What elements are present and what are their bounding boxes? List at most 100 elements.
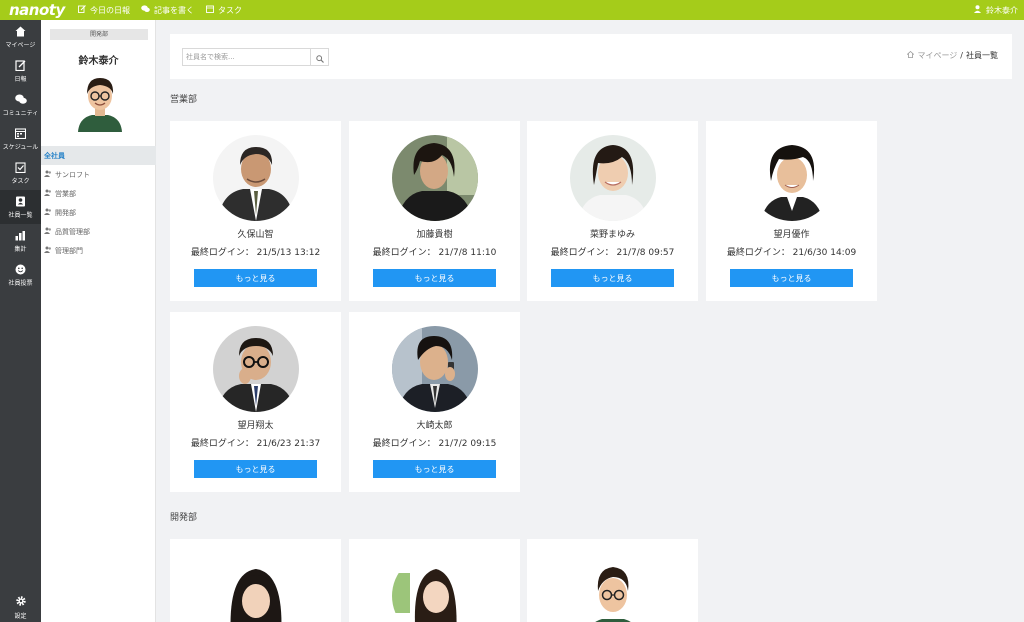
chart-icon — [15, 230, 27, 242]
search-bar: マイページ / 社員一覧 — [170, 34, 1012, 79]
employee-last-login: 最終ログイン： 21/7/8 09:57 — [550, 248, 675, 258]
employee-name: 久保山智 — [237, 230, 274, 240]
department-badge: 開発部 — [50, 29, 148, 40]
breadcrumb-separator: / — [960, 51, 963, 60]
icon-rail: マイページ 日報 コミュニティ スケジュール タスク 社員一覧 集計 社員投票 … — [0, 20, 41, 622]
employee-name: 加藤貴樹 — [416, 230, 453, 240]
employee-search-input[interactable] — [182, 48, 311, 66]
top-nav: 今日の日報 記事を書く タスク — [66, 0, 242, 20]
topnav-label: タスク — [218, 5, 242, 15]
search-button[interactable] — [311, 48, 329, 66]
rail-item-mypage[interactable]: マイページ — [0, 20, 41, 54]
employee-photo[interactable] — [749, 135, 835, 221]
employee-last-login: 最終ログイン： 21/6/23 21:37 — [190, 439, 321, 449]
employee-card: 望月翔太 最終ログイン： 21/6/23 21:37 もっと見る — [170, 312, 341, 492]
employee-name: 菜野まゆみ — [589, 230, 635, 240]
breadcrumb: マイページ / 社員一覧 — [906, 50, 998, 61]
employee-photo[interactable] — [392, 135, 478, 221]
view-more-button[interactable]: もっと見る — [194, 460, 317, 478]
employee-photo[interactable] — [213, 326, 299, 412]
rail-label: タスク — [11, 177, 30, 185]
department-menu: 全社員 サンロフト 営業部 開発部 品質管理部 管理部門 — [41, 146, 156, 260]
rail-item-stats[interactable]: 集計 — [0, 224, 41, 258]
employee-photo[interactable] — [213, 135, 299, 221]
employee-photo[interactable] — [213, 553, 299, 622]
employee-photo[interactable] — [392, 326, 478, 412]
employee-photo[interactable] — [570, 135, 656, 221]
employee-last-login: 最終ログイン： 21/5/13 13:12 — [190, 248, 321, 258]
menu-item-quality[interactable]: 品質管理部 — [41, 222, 156, 241]
employee-name: 望月翔太 — [237, 421, 274, 431]
app-logo[interactable]: nanoty — [0, 0, 66, 20]
menu-item-development[interactable]: 開発部 — [41, 203, 156, 222]
employee-photo[interactable] — [570, 553, 656, 622]
rail-item-settings[interactable]: 設定 — [0, 592, 41, 620]
group-icon — [44, 227, 53, 236]
menu-item-admin[interactable]: 管理部門 — [41, 241, 156, 260]
vote-icon — [15, 264, 27, 276]
view-more-button[interactable]: もっと見る — [373, 269, 496, 287]
user-icon — [974, 5, 981, 15]
group-icon — [44, 208, 53, 217]
employee-card: 大崎太郎 最終ログイン： 21/7/2 09:15 もっと見る — [349, 312, 520, 492]
report-icon — [15, 60, 27, 72]
home-icon — [906, 50, 915, 60]
menu-item-label: 管理部門 — [55, 246, 83, 255]
main-content: マイページ / 社員一覧 営業部 久保山智 最終ログイン： 21/5/13 13… — [156, 20, 1024, 622]
topnav-task[interactable]: タスク — [205, 5, 242, 16]
rail-item-vote[interactable]: 社員投票 — [0, 258, 41, 292]
top-user-menu[interactable]: 鈴木泰介 — [974, 0, 1018, 20]
menu-item-sales[interactable]: 営業部 — [41, 184, 156, 203]
breadcrumb-home-link[interactable]: マイページ — [917, 50, 957, 61]
menu-item-label: サンロフト — [55, 170, 90, 179]
search-icon — [315, 48, 324, 67]
view-more-button[interactable]: もっと見る — [551, 269, 674, 287]
sidebar-avatar[interactable] — [75, 74, 125, 132]
view-more-button[interactable]: もっと見る — [373, 460, 496, 478]
menu-item-label: 開発部 — [55, 208, 76, 217]
employee-card: 久保山智 最終ログイン： 21/5/13 13:12 もっと見る — [170, 121, 341, 301]
employee-card: 望月優作 最終ログイン： 21/6/30 14:09 もっと見る — [706, 121, 877, 301]
top-user-name: 鈴木泰介 — [986, 5, 1018, 15]
rail-label: コミュニティ — [2, 109, 39, 117]
topnav-write-article[interactable]: 記事を書く — [141, 5, 194, 16]
view-more-button[interactable]: もっと見る — [194, 269, 317, 287]
rail-item-report[interactable]: 日報 — [0, 54, 41, 88]
employee-photo[interactable] — [392, 553, 478, 622]
employee-last-login: 最終ログイン： 21/6/30 14:09 — [726, 248, 857, 258]
task-icon — [15, 162, 27, 174]
menu-item-all[interactable]: 全社員 — [41, 146, 156, 165]
breadcrumb-current: 社員一覧 — [966, 51, 998, 60]
rail-label: 社員投票 — [8, 279, 33, 287]
employee-name: 望月優作 — [773, 230, 810, 240]
community-icon — [14, 94, 27, 106]
employee-icon — [15, 196, 27, 208]
rail-item-community[interactable]: コミュニティ — [0, 88, 41, 122]
menu-item-sanloft[interactable]: サンロフト — [41, 165, 156, 184]
rail-item-schedule[interactable]: スケジュール — [0, 122, 41, 156]
menu-item-label: 品質管理部 — [55, 227, 90, 236]
employee-card — [170, 539, 341, 622]
sidebar: 開発部 鈴木泰介 全社員 サンロフト 営業部 開発部 品質管理部 管理部門 — [41, 20, 156, 622]
rail-item-employees[interactable]: 社員一覧 — [0, 190, 41, 224]
menu-item-label: 営業部 — [55, 189, 76, 198]
employee-last-login: 最終ログイン： 21/7/2 09:15 — [372, 439, 497, 449]
rail-item-task[interactable]: タスク — [0, 156, 41, 190]
employee-card — [349, 539, 520, 622]
rail-label: スケジュール — [2, 143, 39, 151]
menu-item-label: 全社員 — [44, 151, 65, 160]
topnav-label: 記事を書く — [154, 5, 194, 15]
employee-card: 加藤貴樹 最終ログイン： 21/7/8 11:10 もっと見る — [349, 121, 520, 301]
top-bar: nanoty 今日の日報 記事を書く タスク 鈴木泰介 — [0, 0, 1024, 20]
section-title-development: 開発部 — [170, 513, 198, 523]
rail-label: マイページ — [5, 41, 36, 49]
view-more-button[interactable]: もっと見る — [730, 269, 853, 287]
gear-icon — [15, 592, 27, 611]
group-icon — [44, 246, 53, 255]
chat-icon — [141, 5, 150, 15]
section-title-sales: 営業部 — [170, 95, 198, 105]
topnav-daily-report[interactable]: 今日の日報 — [77, 5, 130, 16]
employee-name: 大崎太郎 — [416, 421, 453, 431]
rail-label: 社員一覧 — [8, 211, 33, 219]
rail-label: 日報 — [14, 75, 27, 83]
